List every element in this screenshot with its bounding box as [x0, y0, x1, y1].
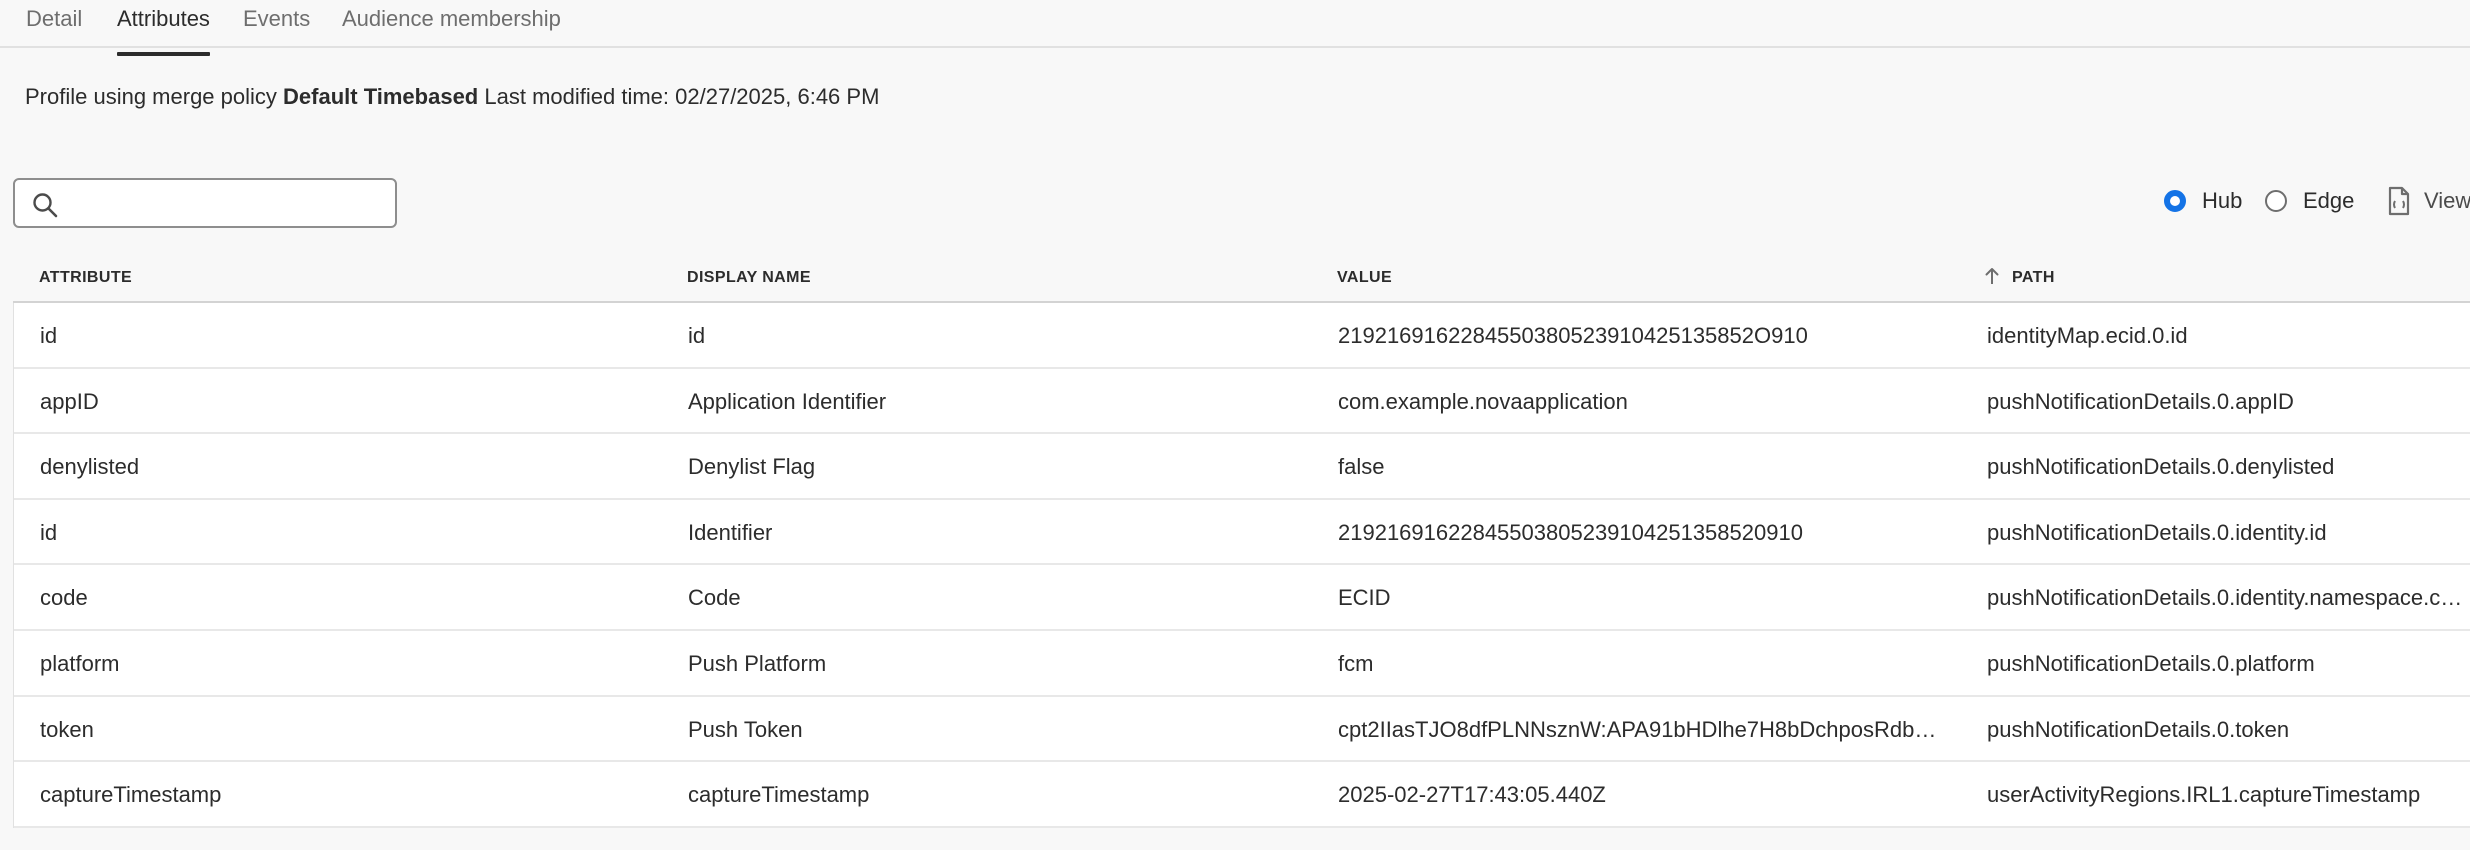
hub-radio[interactable]: Hub	[2164, 186, 2242, 216]
cell-display-name: Push Token	[688, 716, 803, 742]
cell-path: pushNotificationDetails.0.appID	[1987, 388, 2294, 414]
column-header-value[interactable]: VALUE	[1337, 269, 1392, 287]
tab-bar: Detail Attributes Events Audience member…	[0, 0, 2470, 56]
cell-value: 2025-02-27T17:43:05.440Z	[1338, 782, 1606, 808]
table-row[interactable]: code Code ECID pushNotificationDetails.0…	[14, 565, 2470, 631]
cell-display-name: captureTimestamp	[688, 782, 870, 808]
last-modified-value: 02/27/2025, 6:46 PM	[675, 84, 880, 109]
radio-checked-icon[interactable]	[2164, 190, 2186, 212]
search-icon	[33, 193, 58, 218]
tab-events[interactable]: Events	[243, 6, 310, 46]
table-header: ATTRIBUTE DISPLAY NAME VALUE PATH	[13, 255, 2470, 303]
cell-value: false	[1338, 454, 1385, 480]
attributes-table: ATTRIBUTE DISPLAY NAME VALUE PATH id id …	[13, 255, 2470, 828]
table-row[interactable]: platform Push Platform fcm pushNotificat…	[14, 631, 2470, 697]
edge-radio-label: Edge	[2303, 188, 2355, 213]
column-header-attribute[interactable]: ATTRIBUTE	[39, 269, 132, 287]
column-header-path[interactable]: PATH	[2012, 269, 2055, 287]
tab-audience-membership[interactable]: Audience membership	[342, 6, 561, 46]
cell-value: 2192169162284550380523910425135852O910	[1338, 323, 1808, 348]
cell-value: cpt2IIasTJO8dfPLNNsznW:APA91bHDlhe7H8bDc…	[1338, 716, 1942, 742]
cell-display-name: Push Platform	[688, 650, 827, 676]
merge-policy-prefix: Profile using merge policy	[25, 84, 277, 109]
last-modified-label: Last modified time:	[484, 84, 670, 109]
cell-display-name: Application Identifier	[688, 388, 887, 414]
cell-path: pushNotificationDetails.0.identity.names…	[1987, 585, 2470, 611]
table-body: id id 2192169162284550380523910425135852…	[13, 303, 2470, 828]
cell-display-name: Denylist Flag	[688, 454, 816, 480]
table-row[interactable]: id id 2192169162284550380523910425135852…	[14, 303, 2470, 369]
cell-value: fcm	[1338, 650, 1374, 676]
cell-attribute: appID	[40, 388, 99, 414]
cell-path: pushNotificationDetails.0.token	[1987, 716, 2290, 742]
cell-path: userActivityRegions.IRL1.captureTimestam…	[1987, 782, 2421, 808]
cell-attribute: denylisted	[40, 454, 140, 480]
view-button-label: View	[2424, 188, 2470, 213]
cell-path: identityMap.ecid.0.id	[1987, 323, 2188, 348]
cell-attribute: platform	[40, 650, 120, 676]
document-icon	[2388, 186, 2410, 216]
merge-policy-name: Default Timebased	[283, 84, 479, 109]
cell-attribute: code	[40, 585, 88, 611]
cell-attribute: captureTimestamp	[40, 782, 222, 808]
radio-unchecked-icon[interactable]	[2265, 190, 2287, 212]
table-row[interactable]: appID Application Identifier com.example…	[14, 369, 2470, 435]
cell-display-name: Identifier	[688, 519, 773, 545]
cell-attribute: id	[40, 519, 58, 545]
table-row[interactable]: captureTimestamp captureTimestamp 2025-0…	[14, 762, 2470, 828]
cell-path: pushNotificationDetails.0.identity.id	[1987, 519, 2327, 545]
tab-detail[interactable]: Detail	[26, 6, 82, 46]
table-row[interactable]: token Push Token cpt2IIasTJO8dfPLNNsznW:…	[14, 697, 2470, 763]
view-button[interactable]: View	[2388, 184, 2470, 218]
arrow-up-icon[interactable]	[1983, 265, 2001, 287]
search-input[interactable]	[71, 186, 387, 222]
cell-value: com.example.novaapplication	[1338, 388, 1628, 414]
cell-value: ECID	[1338, 585, 1391, 611]
search-field[interactable]	[13, 178, 397, 228]
cell-display-name: id	[688, 323, 706, 348]
cell-attribute: token	[40, 716, 94, 742]
column-header-display-name[interactable]: DISPLAY NAME	[687, 269, 811, 287]
table-row[interactable]: id Identifier 21921691622845503805239104…	[14, 500, 2470, 566]
edge-radio[interactable]: Edge	[2265, 186, 2354, 216]
cell-attribute: id	[40, 323, 58, 348]
cell-display-name: Code	[688, 585, 741, 611]
cell-value: 21921691622845503805239104251358520910	[1338, 519, 1803, 545]
cell-path: pushNotificationDetails.0.platform	[1987, 650, 2315, 676]
table-row[interactable]: denylisted Denylist Flag false pushNotif…	[14, 434, 2470, 500]
cell-path: pushNotificationDetails.0.denylisted	[1987, 454, 2335, 480]
merge-policy-info: Profile using merge policy Default Timeb…	[25, 84, 879, 110]
tab-attributes[interactable]: Attributes	[117, 6, 210, 56]
hub-radio-label: Hub	[2202, 188, 2243, 213]
